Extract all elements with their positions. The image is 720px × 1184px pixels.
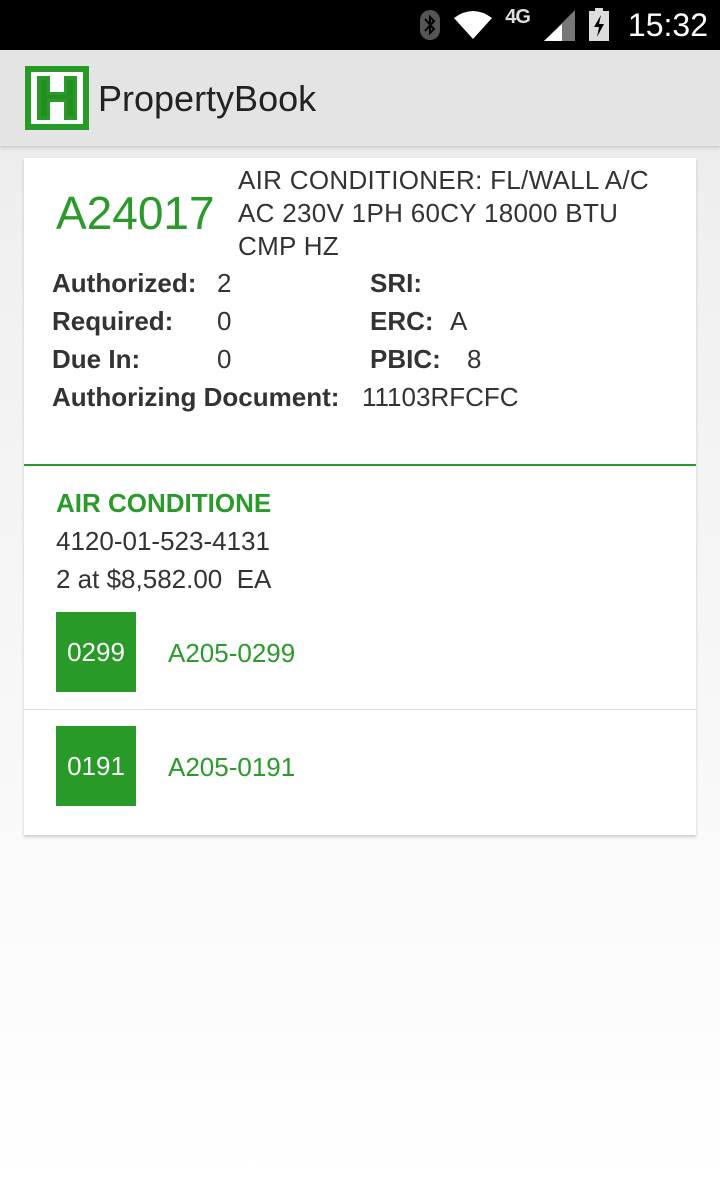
battery-charging-icon (588, 8, 609, 41)
status-icons: 4G 15:32 (419, 0, 708, 50)
nomenclature: AIR CONDITIONER: FL/WALL A/C AC 230V 1PH… (238, 164, 678, 263)
due-in-label: Due In: (52, 344, 141, 374)
quantity-price: 2 at $8,582.00 EA (56, 564, 272, 594)
nomenclature-line: CMP HZ (238, 231, 339, 261)
property-record-card: A24017 AIR CONDITIONER: FL/WALL A/C AC 2… (24, 158, 696, 835)
row-divider (24, 709, 696, 710)
status-bar: 4G 15:32 (0, 0, 720, 50)
network-type-label: 4G (505, 5, 531, 28)
serial-number-link[interactable]: A205-0191 (168, 752, 295, 783)
serial-badge: 0299 (56, 612, 136, 692)
authorizing-document-value: 11103RFCFC (362, 382, 519, 412)
bluetooth-icon (420, 10, 441, 40)
erc-label: ERC: (370, 306, 434, 336)
required-label: Required: (52, 306, 174, 336)
nomenclature-line: AIR CONDITIONER: FL/WALL A/C (238, 165, 649, 195)
wifi-icon (454, 11, 493, 39)
serial-badge: 0191 (56, 726, 136, 806)
app-logo-icon[interactable] (25, 66, 89, 130)
clock: 15:32 (627, 6, 708, 43)
app-title: PropertyBook (98, 78, 317, 119)
serial-row[interactable]: 0299 A205-0299 (24, 600, 696, 710)
item-name: AIR CONDITIONE (56, 488, 272, 518)
nomenclature-line: AC 230V 1PH 60CY 18000 BTU (238, 198, 619, 228)
authorized-label: Authorized: (52, 268, 197, 298)
nsn-number: 4120-01-523-4131 (56, 526, 270, 556)
authorizing-document-label: Authorizing Document: (52, 382, 340, 412)
serial-row[interactable]: 0191 A205-0191 (24, 714, 696, 824)
pbic-label: PBIC: (370, 344, 441, 374)
signal-icon (543, 10, 575, 41)
app-bar: PropertyBook (0, 50, 720, 147)
sri-label: SRI: (370, 268, 422, 298)
pbic-value: 8 (467, 344, 482, 374)
section-divider (24, 464, 696, 466)
erc-value: A (450, 306, 468, 336)
authorized-value: 2 (217, 268, 232, 298)
lin-number: A24017 (56, 187, 215, 239)
due-in-value: 0 (217, 344, 232, 374)
serial-number-link[interactable]: A205-0299 (168, 638, 295, 669)
required-value: 0 (217, 306, 232, 336)
